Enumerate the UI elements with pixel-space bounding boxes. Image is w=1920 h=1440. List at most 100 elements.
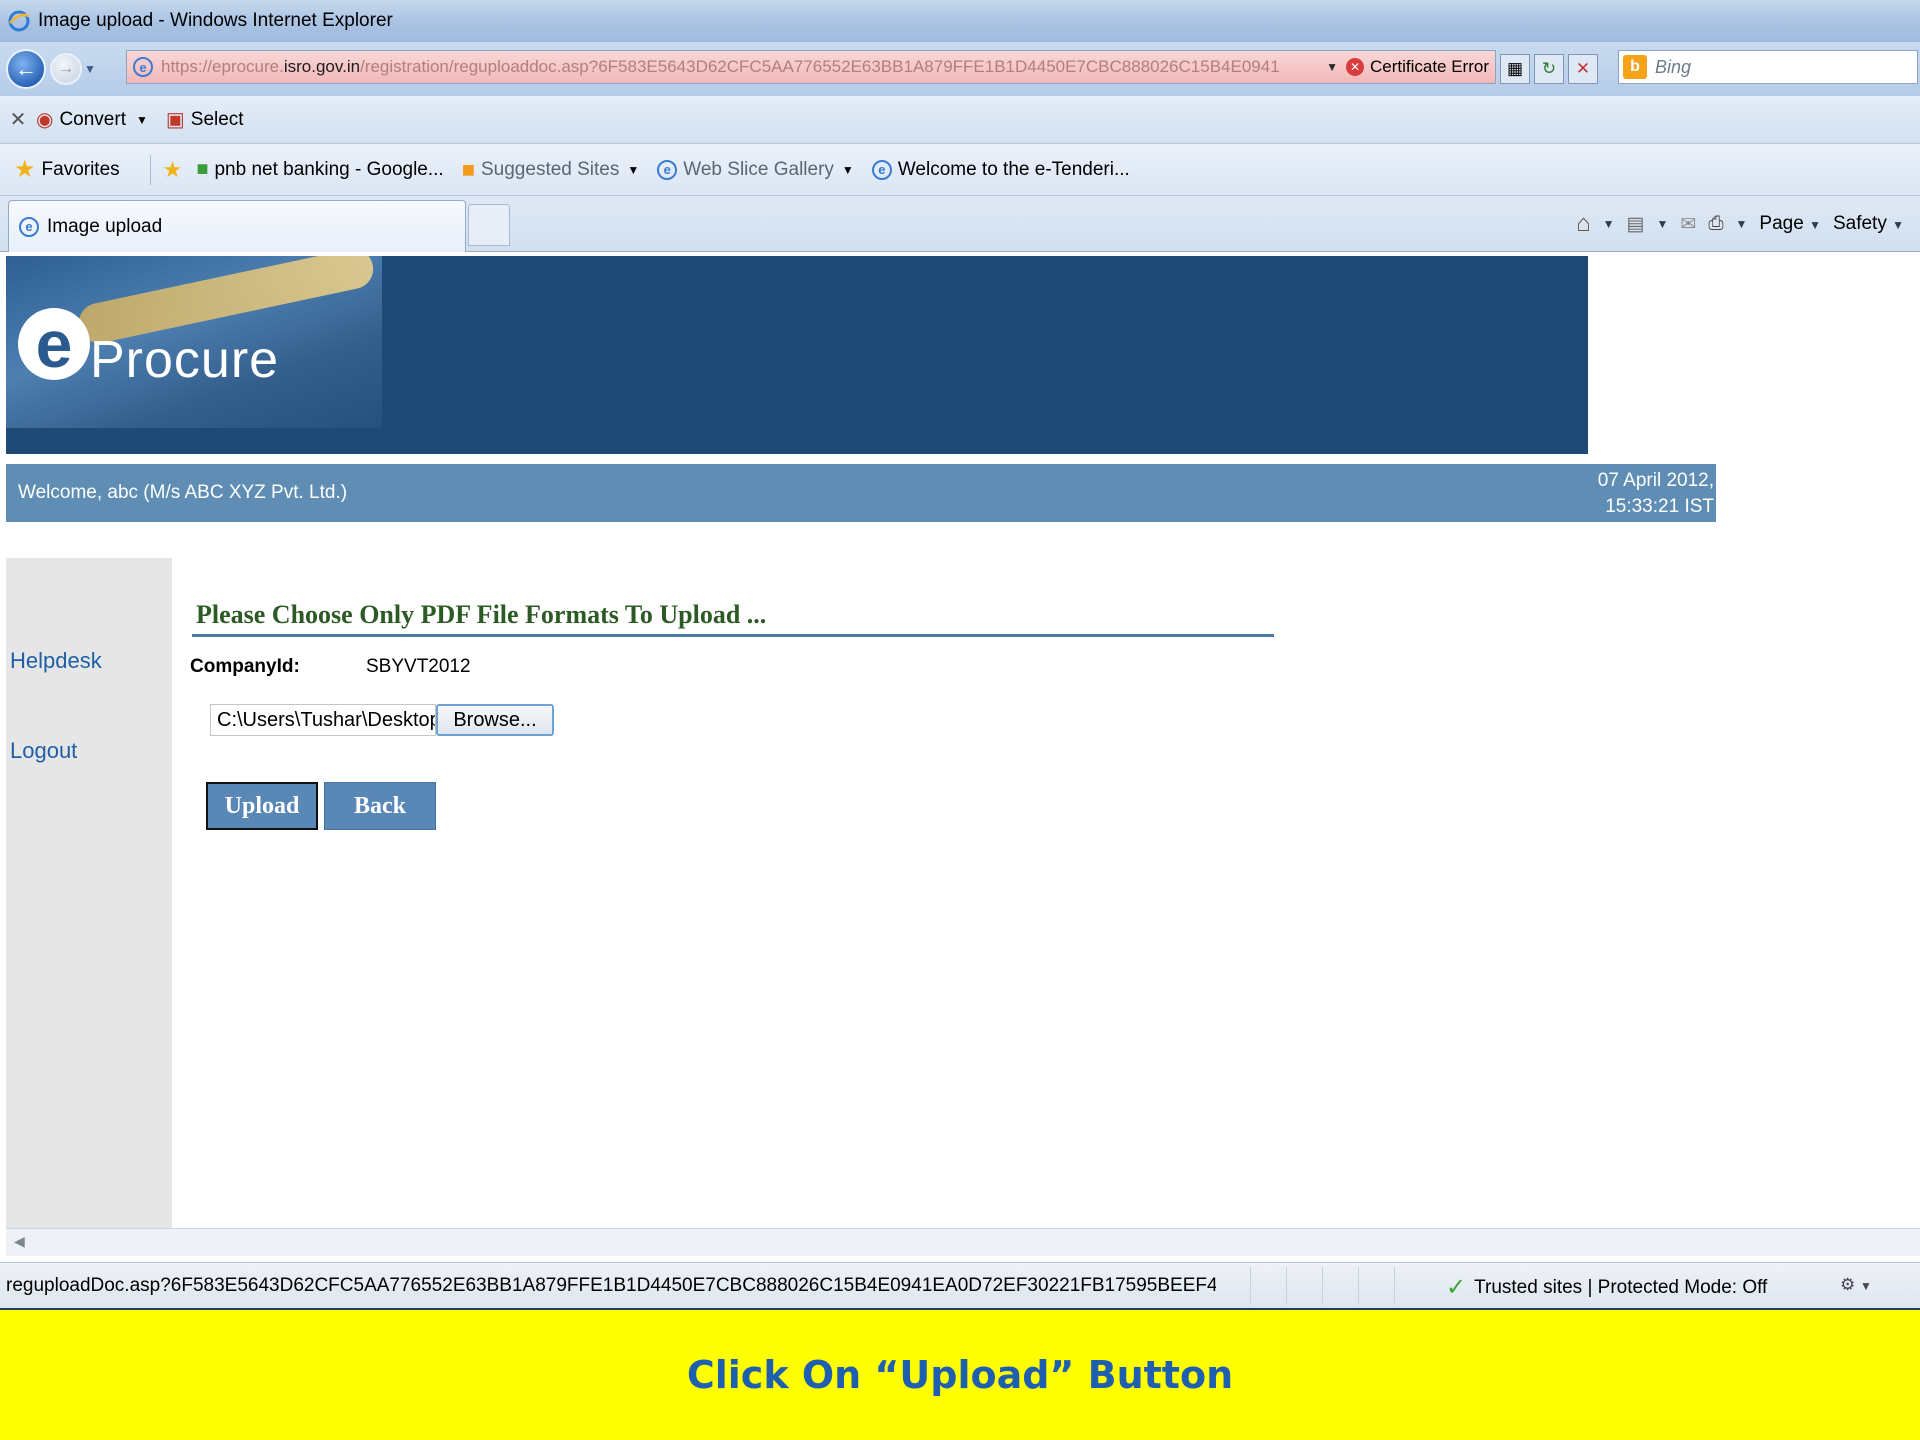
favorites-label: Favorites: [41, 158, 120, 180]
page-content: e Procure Welcome, abc (M/s ABC XYZ Pvt.…: [6, 256, 1920, 1256]
tab-bar: e Image upload ⌂ ▼ ▤ ▼ ✉ ⎙ ▼ Page ▼ Safe…: [0, 196, 1920, 252]
print-icon[interactable]: ⎙: [1708, 213, 1723, 235]
favorite-item-label: Welcome to the e-Tenderi...: [897, 158, 1130, 180]
convert-icon: ◉: [36, 109, 54, 131]
web-slice-icon: e: [657, 159, 678, 180]
bing-icon: b: [1623, 55, 1647, 79]
suggested-sites-icon: ■: [461, 156, 475, 182]
eprocure-logo: e Procure: [6, 256, 382, 428]
welcome-message: Welcome, abc (M/s ABC XYZ Pvt. Ltd.): [18, 482, 348, 503]
favorites-separator: [149, 154, 151, 185]
current-date: 07 April 2012,: [1597, 470, 1714, 491]
search-box[interactable]: b Bing: [1618, 50, 1918, 84]
select-label: Select: [190, 108, 244, 130]
address-dropdown-icon[interactable]: ▼: [1326, 60, 1338, 74]
welcome-bar: Welcome, abc (M/s ABC XYZ Pvt. Ltd.) 07 …: [6, 464, 1716, 522]
add-favorite-icon: ★: [162, 156, 183, 182]
tab-page-icon: e: [19, 216, 39, 237]
security-zone-label: Trusted sites | Protected Mode: Off: [1474, 1276, 1768, 1298]
chevron-down-icon: ▼: [627, 162, 640, 177]
sidebar-item-logout[interactable]: Logout: [10, 738, 77, 764]
feeds-dropdown-icon[interactable]: ▼: [1657, 217, 1669, 231]
upload-heading: Please Choose Only PDF File Formats To U…: [196, 600, 767, 629]
back-button[interactable]: Back: [324, 782, 436, 830]
mail-icon[interactable]: ✉: [1680, 213, 1696, 236]
status-url: reguploadDoc.asp?6F583E5643D62CFC5AA7765…: [6, 1275, 1216, 1296]
forward-arrow-icon: →: [58, 60, 74, 77]
chevron-down-icon: ▼: [841, 162, 854, 177]
status-cells: [1250, 1267, 1430, 1305]
favorites-star-icon: ★: [14, 156, 36, 183]
company-id-label: CompanyId:: [190, 656, 300, 677]
add-to-favorites-bar-button[interactable]: ★: [163, 157, 189, 183]
instruction-caption: Click On “Upload” Button: [0, 1308, 1920, 1440]
certificate-error-icon: ✕: [1345, 58, 1364, 76]
heading-divider: [192, 634, 1274, 637]
select-icon: ▣: [165, 109, 185, 131]
google-icon: ■: [196, 158, 209, 180]
favorite-item-label: Suggested Sites: [481, 158, 620, 180]
address-url[interactable]: https://eprocure.isro.gov.in/registratio…: [161, 57, 1318, 77]
feeds-icon[interactable]: ▤: [1627, 213, 1645, 236]
company-id-value: SBYVT2012: [366, 656, 471, 677]
page-menu[interactable]: Page ▼: [1759, 213, 1821, 235]
scroll-left-icon[interactable]: ◀: [14, 1233, 25, 1250]
search-placeholder: Bing: [1655, 56, 1692, 77]
favorites-bar: ★ Favorites ★ ■ pnb net banking - Google…: [0, 144, 1920, 196]
eprocure-banner: e Procure: [6, 256, 1588, 454]
logo-letter: e: [18, 308, 90, 380]
page-icon: e: [133, 57, 153, 77]
home-icon[interactable]: ⌂: [1576, 210, 1591, 238]
certificate-error-button[interactable]: ✕ Certificate Error: [1345, 57, 1489, 77]
tab-title: Image upload: [47, 215, 163, 237]
window-title: Image upload - Windows Internet Explorer: [38, 10, 393, 31]
date-time: 07 April 2012, 15:33:21 IST: [1588, 468, 1714, 520]
zoom-icon: ⚙: [1840, 1275, 1856, 1294]
favorite-item-pnb[interactable]: ■ pnb net banking - Google...: [196, 158, 443, 181]
forward-nav-button[interactable]: →: [50, 53, 82, 85]
instruction-text: Click On “Upload” Button: [686, 1353, 1234, 1397]
print-dropdown-icon[interactable]: ▼: [1736, 217, 1748, 231]
convert-dropdown-icon: ▼: [135, 112, 148, 127]
safety-menu[interactable]: Safety ▼: [1833, 213, 1904, 235]
upload-button[interactable]: Upload: [206, 782, 318, 830]
sidebar-item-helpdesk[interactable]: Helpdesk: [10, 648, 102, 674]
certificate-error-label: Certificate Error: [1369, 57, 1489, 76]
file-path-input[interactable]: C:\Users\Tushar\Desktop: [210, 704, 436, 736]
security-zone[interactable]: ✓ Trusted sites | Protected Mode: Off: [1446, 1273, 1767, 1302]
favorites-button[interactable]: ★ Favorites: [14, 155, 120, 184]
favorite-item-web-slice-gallery[interactable]: e Web Slice Gallery ▼: [657, 159, 854, 181]
ie-page-icon: e: [871, 159, 892, 180]
favorite-item-label: Web Slice Gallery: [683, 158, 834, 180]
select-button[interactable]: ▣ Select: [166, 107, 244, 132]
checkmark-icon: ✓: [1446, 1274, 1467, 1301]
address-bar[interactable]: e https://eprocure.isro.gov.in/registrat…: [126, 50, 1496, 84]
home-dropdown-icon[interactable]: ▼: [1603, 217, 1615, 231]
back-arrow-icon: ←: [15, 56, 37, 81]
status-bar: reguploadDoc.asp?6F583E5643D62CFC5AA7765…: [0, 1262, 1920, 1308]
internet-explorer-icon: [8, 10, 30, 32]
browse-button[interactable]: Browse...: [436, 704, 554, 736]
convert-button[interactable]: ◉ Convert ▼: [36, 107, 148, 132]
favorite-item-suggested-sites[interactable]: ■ Suggested Sites ▼: [462, 157, 640, 183]
convert-label: Convert: [59, 108, 126, 130]
tab-image-upload[interactable]: e Image upload: [8, 200, 466, 252]
refresh-icon[interactable]: ↻: [1534, 54, 1564, 84]
navigation-bar: ← → ▼ e https://eprocure.isro.gov.in/reg…: [0, 42, 1920, 96]
zoom-control[interactable]: ⚙ ▼: [1840, 1275, 1872, 1295]
compatibility-view-icon[interactable]: ▦: [1500, 54, 1530, 84]
favorite-item-label: pnb net banking - Google...: [214, 158, 444, 180]
current-time: 15:33:21 IST: [1605, 496, 1714, 517]
horizontal-scrollbar[interactable]: ◀: [6, 1228, 1920, 1256]
recent-pages-dropdown[interactable]: ▼: [82, 62, 98, 76]
logo-word: Procure: [90, 331, 280, 389]
favorite-item-e-tendering[interactable]: e Welcome to the e-Tenderi...: [871, 158, 1130, 181]
window-title-bar: Image upload - Windows Internet Explorer: [0, 0, 1920, 42]
stop-icon[interactable]: ✕: [1568, 54, 1598, 84]
close-toolbar-icon[interactable]: ✕: [0, 107, 36, 132]
command-bar: ✕ ◉ Convert ▼ ▣ Select: [0, 96, 1920, 144]
back-nav-button[interactable]: ←: [6, 49, 46, 89]
new-tab-button[interactable]: [468, 204, 510, 246]
command-tools: ⌂ ▼ ▤ ▼ ✉ ⎙ ▼ Page ▼ Safety ▼: [1576, 204, 1904, 244]
sidebar: Helpdesk Logout: [6, 558, 172, 1232]
